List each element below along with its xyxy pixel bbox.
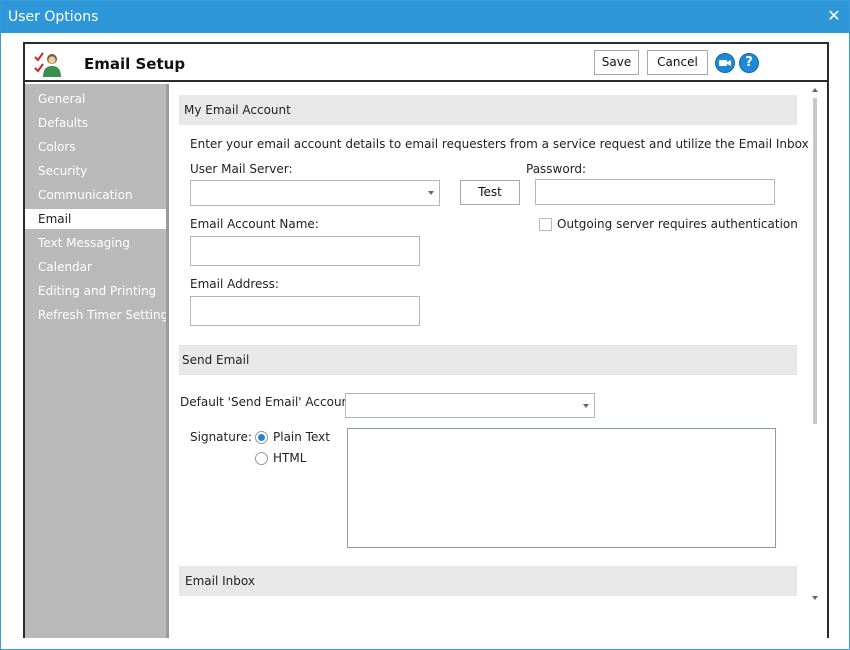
section-my-email-account: My Email Account [179,95,797,125]
plain-text-radio[interactable] [255,431,268,444]
default-account-label: Default 'Send Email' Account: [180,395,358,409]
sidebar-item-security[interactable]: Security [25,161,166,181]
cancel-button[interactable]: Cancel [647,50,708,75]
sidebar-item-calendar[interactable]: Calendar [25,257,166,277]
password-field[interactable] [535,179,775,205]
help-icon[interactable]: ? [739,53,759,73]
user-check-icon [34,52,61,77]
scroll-up-icon[interactable] [812,88,818,92]
chevron-down-icon [428,191,434,195]
sidebar-item-defaults[interactable]: Defaults [25,113,166,133]
video-icon[interactable] [715,53,735,73]
section-send-email: Send Email [179,345,797,375]
signature-textarea[interactable] [347,428,776,548]
plain-text-label: Plain Text [273,430,330,444]
title-bar: User Options ✕ [1,1,849,33]
sidebar-item-communication[interactable]: Communication [25,185,166,205]
sidebar-item-text-messaging[interactable]: Text Messaging [25,233,166,253]
email-setup-panel: Email Setup Save Cancel ? General Defaul… [23,42,829,638]
default-account-select[interactable] [345,393,595,418]
scroll-down-icon[interactable] [812,596,818,600]
account-name-label: Email Account Name: [190,217,319,231]
chevron-down-icon [583,404,589,408]
sidebar-item-refresh-timer[interactable]: Refresh Timer Settings [25,305,174,325]
mail-server-label: User Mail Server: [190,162,293,176]
window-title: User Options [8,9,99,25]
user-options-window: User Options ✕ Email Setup Save Cancel ? [0,0,850,650]
sidebar-item-general[interactable]: General [25,89,166,109]
page-title: Email Setup [84,55,186,73]
email-address-label: Email Address: [190,277,279,291]
close-icon[interactable]: ✕ [825,6,843,26]
sidebar-item-colors[interactable]: Colors [25,137,166,157]
account-name-field[interactable] [190,236,420,266]
sidebar: General Defaults Colors Security Communi… [25,84,174,638]
section-email-inbox: Email Inbox [179,566,797,596]
auth-label: Outgoing server requires authentication [557,217,798,231]
scroll-thumb[interactable] [813,98,817,424]
signature-label: Signature: [190,430,252,444]
save-button[interactable]: Save [594,50,639,75]
content-area: My Email Account Enter your email accoun… [169,84,827,638]
sidebar-item-editing-printing[interactable]: Editing and Printing [25,281,166,301]
email-address-field[interactable] [190,296,420,326]
account-description: Enter your email account details to emai… [190,137,809,151]
html-label: HTML [273,451,307,465]
mail-server-select[interactable] [190,180,440,206]
html-radio[interactable] [255,452,268,465]
panel-header: Email Setup Save Cancel ? [25,44,827,82]
password-label: Password: [526,162,587,176]
vertical-scrollbar[interactable] [809,84,823,638]
test-button[interactable]: Test [460,180,520,205]
auth-checkbox[interactable] [539,218,552,231]
sidebar-item-email[interactable]: Email [25,209,166,229]
video-camera-glyph [719,60,731,66]
